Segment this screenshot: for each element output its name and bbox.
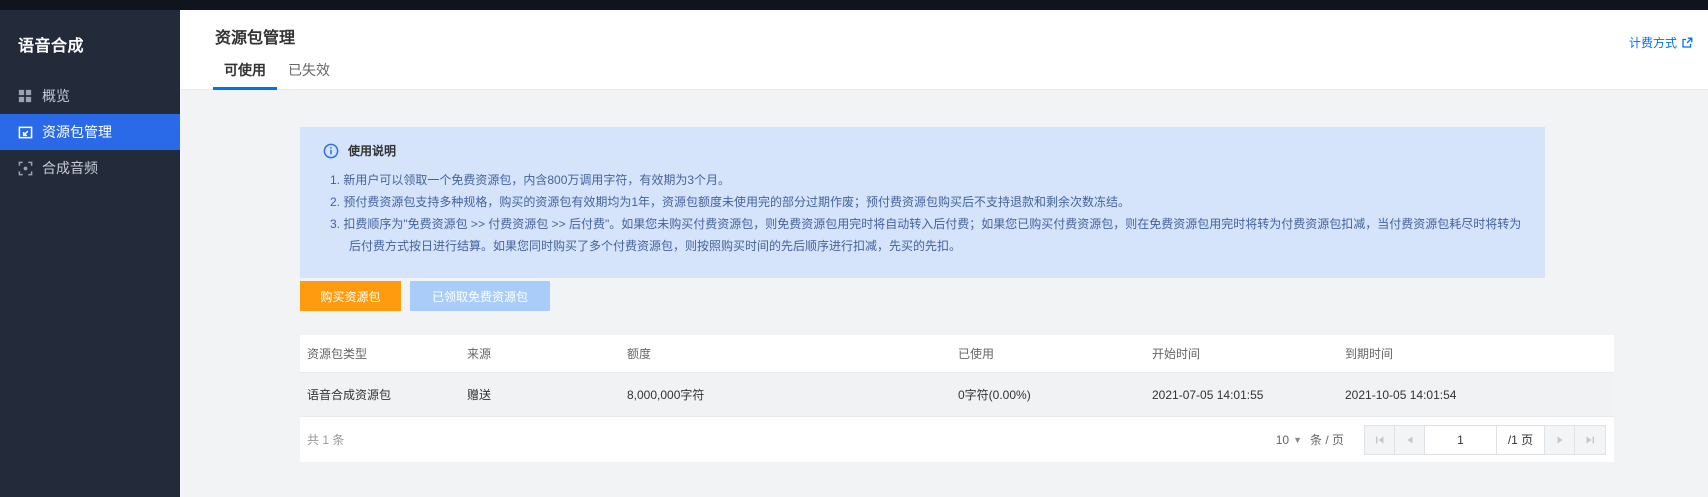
page-size-value: 10 [1276, 433, 1289, 447]
table-header-row: 资源包类型 来源 额度 已使用 开始时间 到期时间 [300, 335, 1614, 373]
product-title: 语音合成 [0, 10, 180, 56]
next-page-button[interactable] [1545, 426, 1575, 454]
page-controls: /1 页 [1364, 425, 1606, 455]
page-number-input[interactable] [1425, 426, 1497, 454]
last-page-button[interactable] [1575, 426, 1605, 454]
sidebar-item-label: 资源包管理 [42, 122, 112, 142]
notice-item: 2. 预付费资源包支持多种规格，购买的资源包有效期均为1年，资源包额度未使用完的… [330, 191, 1523, 213]
package-icon [17, 124, 33, 140]
top-navbar [0, 0, 1708, 10]
notice-title: 使用说明 [348, 142, 396, 159]
sidebar-item-resource-packages[interactable]: 资源包管理 [0, 114, 180, 150]
caret-down-icon: ▼ [1293, 435, 1302, 445]
action-buttons: 购买资源包 已领取免费资源包 [300, 281, 550, 311]
sidebar-nav: 概览 资源包管理 合成音频 [0, 78, 180, 186]
total-pages-label: /1 页 [1497, 426, 1545, 454]
notice-header: 使用说明 [323, 142, 1523, 159]
claimed-free-package-button[interactable]: 已领取免费资源包 [410, 281, 550, 311]
first-page-button[interactable] [1365, 426, 1395, 454]
cell-source: 赠送 [467, 386, 627, 403]
content-area: 使用说明 1. 新用户可以领取一个免费资源包，内含800万调用字符，有效期为3个… [180, 90, 1708, 497]
package-table-card: 资源包类型 来源 额度 已使用 开始时间 到期时间 语音合成资源包 赠送 8,0… [300, 335, 1614, 462]
cell-used: 0字符(0.00%) [958, 386, 1152, 403]
page-header: 资源包管理 计费方式 可使用 已失效 [180, 10, 1708, 90]
tab-available[interactable]: 可使用 [213, 50, 277, 89]
total-count: 共 1 条 [307, 431, 344, 448]
external-link-icon [1681, 37, 1693, 49]
info-icon [323, 143, 339, 159]
usage-notice: 使用说明 1. 新用户可以领取一个免费资源包，内含800万调用字符，有效期为3个… [300, 127, 1545, 278]
table-footer: 共 1 条 10 ▼ 条 / 页 /1 页 [300, 417, 1614, 462]
sidebar-item-label: 概览 [42, 86, 70, 106]
cell-package-type: 语音合成资源包 [307, 386, 467, 403]
page-size-label: 条 / 页 [1310, 431, 1344, 448]
audio-scan-icon [17, 160, 33, 176]
grid-icon [17, 88, 33, 104]
buy-package-button[interactable]: 购买资源包 [300, 281, 401, 311]
cell-quota: 8,000,000字符 [627, 386, 958, 403]
billing-method-link[interactable]: 计费方式 [1629, 34, 1693, 51]
cell-start-time: 2021-07-05 14:01:55 [1152, 388, 1345, 402]
pagination: 10 ▼ 条 / 页 /1 页 [1276, 425, 1606, 455]
page-size-select[interactable]: 10 ▼ [1276, 433, 1302, 447]
column-header-used: 已使用 [958, 345, 1152, 362]
tab-expired[interactable]: 已失效 [277, 50, 341, 89]
page-title: 资源包管理 [215, 24, 295, 48]
table-row: 语音合成资源包 赠送 8,000,000字符 0字符(0.00%) 2021-0… [300, 373, 1614, 417]
column-header-start-time: 开始时间 [1152, 345, 1345, 362]
sidebar-item-synthesized-audio[interactable]: 合成音频 [0, 150, 180, 186]
column-header-source: 来源 [467, 345, 627, 362]
tabs: 可使用 已失效 [180, 50, 1708, 90]
column-header-type: 资源包类型 [307, 345, 467, 362]
billing-link-label: 计费方式 [1629, 34, 1677, 51]
sidebar-item-overview[interactable]: 概览 [0, 78, 180, 114]
notice-item: 1. 新用户可以领取一个免费资源包，内含800万调用字符，有效期为3个月。 [330, 169, 1523, 191]
notice-item: 3. 扣费顺序为"免费资源包 >> 付费资源包 >> 后付费"。如果您未购买付费… [330, 213, 1523, 257]
column-header-expire-time: 到期时间 [1345, 345, 1604, 362]
column-header-quota: 额度 [627, 345, 958, 362]
notice-list: 1. 新用户可以领取一个免费资源包，内含800万调用字符，有效期为3个月。 2.… [330, 169, 1523, 257]
cell-expire-time: 2021-10-05 14:01:54 [1345, 388, 1604, 402]
sidebar: 语音合成 概览 资源包管理 合成音频 [0, 10, 180, 497]
sidebar-item-label: 合成音频 [42, 158, 98, 178]
prev-page-button[interactable] [1395, 426, 1425, 454]
